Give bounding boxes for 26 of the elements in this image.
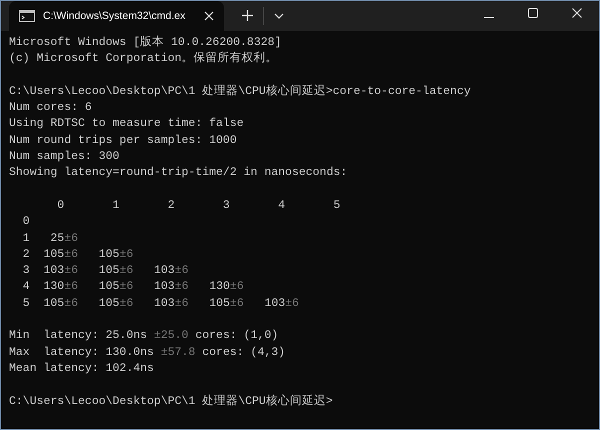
maximize-icon[interactable] [528, 8, 538, 18]
terminal-icon [19, 10, 35, 22]
terminal-line: Microsoft Windows [版本 10.0.26200.8328] [9, 35, 282, 51]
terminal-line: Num samples: 300 [9, 149, 120, 166]
dropdown-icon[interactable] [274, 13, 284, 19]
terminal-line: (c) Microsoft Corporation。保留所有权利。 [9, 51, 279, 68]
terminal-line: 3 103±6 105±6 103±6 [22, 263, 190, 280]
terminal-line: Min latency: 25.0ns ±25.0 cores: (1,0) [9, 328, 280, 344]
new-tab-icon[interactable] [242, 10, 253, 21]
terminal-line: Mean latency: 102.4ns [9, 360, 155, 377]
terminal-line: 0 1 2 3 4 5 [56, 198, 342, 214]
terminal-line: 2 105±6 105±6 [22, 246, 134, 263]
close-tab-icon[interactable] [204, 11, 214, 21]
terminal-line: Showing latency=round-trip-time/2 in nanoseconds: [9, 165, 348, 182]
terminal-line: Max latency: 130.0ns ±57.8 cores: (4,3) [9, 344, 286, 361]
terminal-line: 1 25±6 [22, 230, 80, 247]
close-icon[interactable] [572, 8, 582, 18]
terminal-tab[interactable]: C:\Windows\System32\cmd.ex [9, 1, 224, 31]
terminal-line: C:\Users\Lecoo\Desktop\PC\1 处理器\CPU核心间延迟>core-to-core-latency [9, 84, 472, 100]
terminal-line: Num cores: 6 [9, 100, 93, 116]
terminal-line: C:\Users\Lecoo\Desktop\PC\1 处理器\CPU核心间延迟> [9, 394, 334, 410]
terminal-line: 4 130±6 105±6 103±6 130±6 [22, 279, 245, 296]
terminal-line: Using RDTSC to measure time: false [9, 116, 245, 132]
terminal-line: Num round trips per samples: 1000 [9, 132, 238, 149]
terminal-line: 0 [22, 214, 31, 230]
terminal-line: 5 105±6 105±6 103±6 105±6 103±6 [22, 296, 300, 312]
